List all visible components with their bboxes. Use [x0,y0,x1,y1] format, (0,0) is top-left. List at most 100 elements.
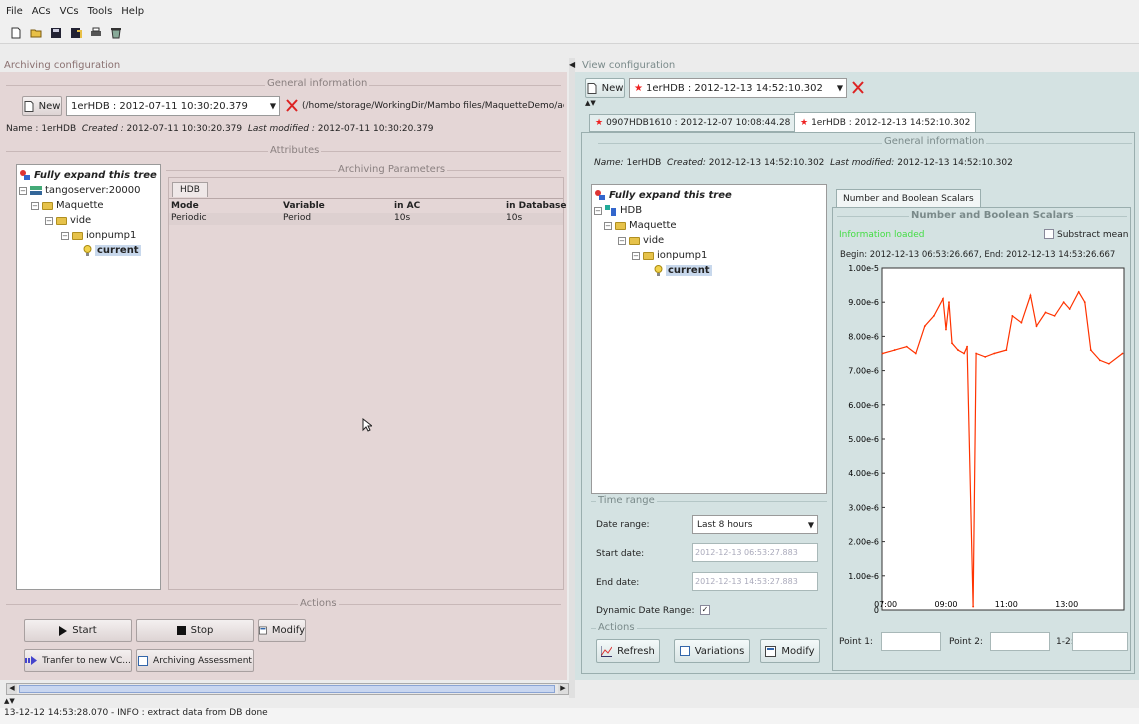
dynamic-date-range-label: Dynamic Date Range: [596,606,695,616]
ac-file-path: (/home/storage/WorkingDir/Mambo files/Ma… [302,101,564,111]
params-header-in-database: in Database [506,201,567,211]
archiving-configuration-panel: General information New 1erHDB : 2012-07… [0,72,567,680]
collapse-icon[interactable]: − [61,231,69,240]
tab-number-boolean-scalars[interactable]: Number and Boolean Scalars [836,189,981,207]
table-row[interactable]: Periodic Period 10s 10s [169,213,563,225]
folder-icon [629,236,640,245]
modify-ac-button[interactable]: Modify [258,619,306,642]
tab-vc-0907hdb1610[interactable]: ★ 0907HDB1610 : 2012-12-07 10:08:44.28 [589,114,797,132]
collapse-icon[interactable]: − [45,216,53,225]
new-ac-button[interactable]: New [22,96,62,116]
trash-icon[interactable] [110,27,122,39]
scroll-left-icon[interactable]: ◀ [7,684,17,694]
menu-help[interactable]: Help [121,6,144,17]
tree-node-vide[interactable]: − vide [618,235,664,246]
refresh-button[interactable]: Refresh [596,639,660,663]
tree-node-current[interactable]: current [654,265,712,276]
point2-label: Point 2: [949,637,983,647]
collapse-icon[interactable]: − [604,221,612,230]
save-as-icon[interactable] [70,27,82,39]
assessment-label: Archiving Assessment [153,655,252,666]
tree-node-server[interactable]: − tangoserver:20000 [19,185,141,196]
tree-node-label: HDB [620,205,643,216]
open-folder-icon[interactable] [30,27,42,39]
collapse-icon[interactable]: − [618,236,626,245]
menu-tools[interactable]: Tools [88,6,113,17]
data-point [1089,349,1092,351]
database-tree-icon [605,205,616,216]
scrollbar-thumb[interactable] [19,685,555,693]
expand-tree-button[interactable]: Fully expand this tree [19,169,157,181]
expand-tree-icon [595,190,605,200]
date-range-select[interactable]: Last 8 hours ▼ [692,515,818,534]
tree-node-vide[interactable]: − vide [45,215,91,226]
collapse-status-icon[interactable]: ▲▼ [4,697,15,705]
ac-select[interactable]: 1erHDB : 2012-07-11 10:30:20.379 ▼ [66,96,280,116]
collapse-icon[interactable]: − [31,201,39,210]
scroll-right-icon[interactable]: ▶ [558,684,568,694]
tree-node-maquette[interactable]: − Maquette [604,220,677,231]
subtract-mean-checkbox[interactable] [1044,229,1054,239]
tree-node-label: Maquette [629,220,677,231]
vc-select-value: 1erHDB : 2012-12-13 14:52:10.302 [645,82,823,94]
toolbar [0,22,1139,44]
tab-vc-1erhdb[interactable]: ★ 1erHDB : 2012-12-13 14:52:10.302 [794,112,977,132]
collapse-icon[interactable]: − [19,186,27,195]
modified-label: Last modified : [247,124,315,134]
vc-general-information-label: General information [882,136,987,147]
new-file-icon[interactable] [10,27,22,39]
menu-vcs[interactable]: VCs [60,6,79,17]
play-icon [59,625,68,636]
point2-field[interactable] [990,632,1050,651]
variations-button[interactable]: Variations [674,639,750,663]
menu-file[interactable]: File [6,6,23,17]
save-icon[interactable] [50,27,62,39]
close-icon[interactable] [285,98,299,113]
close-icon[interactable] [851,80,865,95]
horizontal-scrollbar[interactable]: ◀ ▶ [6,683,569,695]
start-button[interactable]: Start [24,619,132,642]
vc-info-line: Name: 1erHDB Created: 2012-12-13 14:52:1… [594,158,1013,168]
data-point [945,328,947,331]
data-point [1020,321,1023,324]
tab-label: 1erHDB : 2012-12-13 14:52:10.302 [811,117,971,128]
tab-hdb[interactable]: HDB [172,182,208,197]
end-date-field[interactable]: 2012-12-13 14:53:27.883 [692,572,818,591]
modify-vc-button[interactable]: Modify [760,639,820,663]
expand-tree-button[interactable]: Fully expand this tree [594,189,732,201]
diff-field[interactable] [1072,632,1128,651]
data-point [984,356,987,358]
status-text: 13-12-12 14:53:28.070 - INFO : extract d… [4,708,268,718]
collapse-icon[interactable]: − [594,206,602,215]
star-icon: ★ [595,118,604,128]
star-icon: ★ [800,117,809,128]
data-point [1068,308,1071,310]
name-value: 1erHDB [626,158,662,168]
collapse-left-icon[interactable]: ◀ [569,60,575,69]
print-icon[interactable] [90,27,102,39]
vc-select[interactable]: ★ 1erHDB : 2012-12-13 14:52:10.302 ▼ [629,78,847,98]
point1-field[interactable] [881,632,941,651]
transfer-to-vc-button[interactable]: Tranfer to new VC... [24,649,132,672]
expand-tree-label: Fully expand this tree [34,169,157,181]
data-point [1121,352,1124,355]
collapse-icon[interactable]: − [632,251,640,260]
menu-acs[interactable]: ACs [32,6,51,17]
dynamic-date-range-checkbox[interactable]: ✓ [700,605,710,615]
collapse-up-icon[interactable]: ▲▼ [585,99,596,107]
tree-node-current[interactable]: current [83,245,141,256]
tree-node-ionpump1[interactable]: − ionpump1 [61,230,136,241]
tree-node-maquette[interactable]: − Maquette [31,200,104,211]
data-point [893,349,896,351]
archiving-assessment-button[interactable]: Archiving Assessment [136,649,254,672]
start-date-field[interactable]: 2012-12-13 06:53:27.883 [692,543,818,562]
name-label: Name: [594,158,624,168]
stop-button[interactable]: Stop [136,619,254,642]
new-vc-button[interactable]: New [585,78,625,98]
tree-node-hdb[interactable]: − HDB [594,205,642,216]
stop-icon [176,626,186,635]
folder-icon [42,201,53,210]
tree-node-ionpump1[interactable]: − ionpump1 [632,250,707,261]
data-point [881,352,884,355]
vc-tab-content: General information Name: 1erHDB Created… [581,132,1135,674]
